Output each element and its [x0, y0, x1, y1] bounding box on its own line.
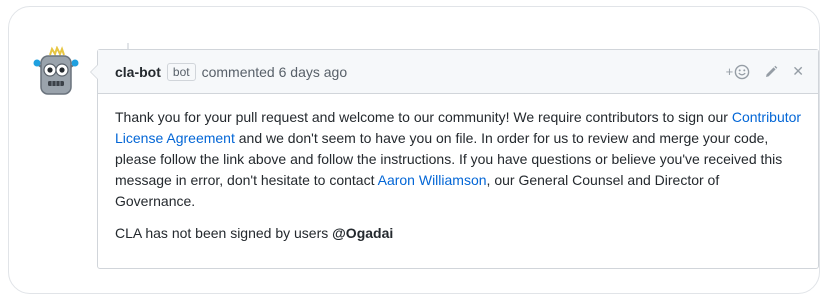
comment-actions: + ✕: [726, 63, 804, 80]
add-reaction-button[interactable]: +: [726, 64, 751, 80]
user-mention[interactable]: @Ogadai: [332, 225, 393, 241]
body-text: Thank you for your pull request and welc…: [115, 109, 732, 125]
edit-comment-button[interactable]: [764, 65, 778, 79]
comment-header: cla-bot bot commented 6 days ago + ✕: [98, 50, 818, 94]
close-icon: ✕: [792, 63, 804, 79]
comment-box: cla-bot bot commented 6 days ago + ✕ Tha…: [90, 49, 819, 269]
body-text: CLA has not been signed by users: [115, 225, 333, 241]
comment-paragraph-1: Thank you for your pull request and welc…: [115, 107, 802, 212]
comment-timestamp[interactable]: commented 6 days ago: [202, 64, 348, 80]
smiley-icon: [734, 64, 750, 79]
pencil-icon: [766, 65, 778, 77]
comment-paragraph-2: CLA has not been signed by users @Ogadai: [115, 223, 802, 244]
contact-link[interactable]: Aaron Williamson: [378, 172, 487, 188]
bot-avatar[interactable]: [31, 45, 81, 98]
comment-body: Thank you for your pull request and welc…: [98, 94, 818, 244]
bot-badge: bot: [166, 62, 196, 81]
reaction-plus: +: [725, 64, 734, 79]
close-button[interactable]: ✕: [792, 63, 804, 80]
robot-avatar-icon: [33, 45, 79, 95]
comment-author[interactable]: cla-bot: [115, 64, 161, 80]
